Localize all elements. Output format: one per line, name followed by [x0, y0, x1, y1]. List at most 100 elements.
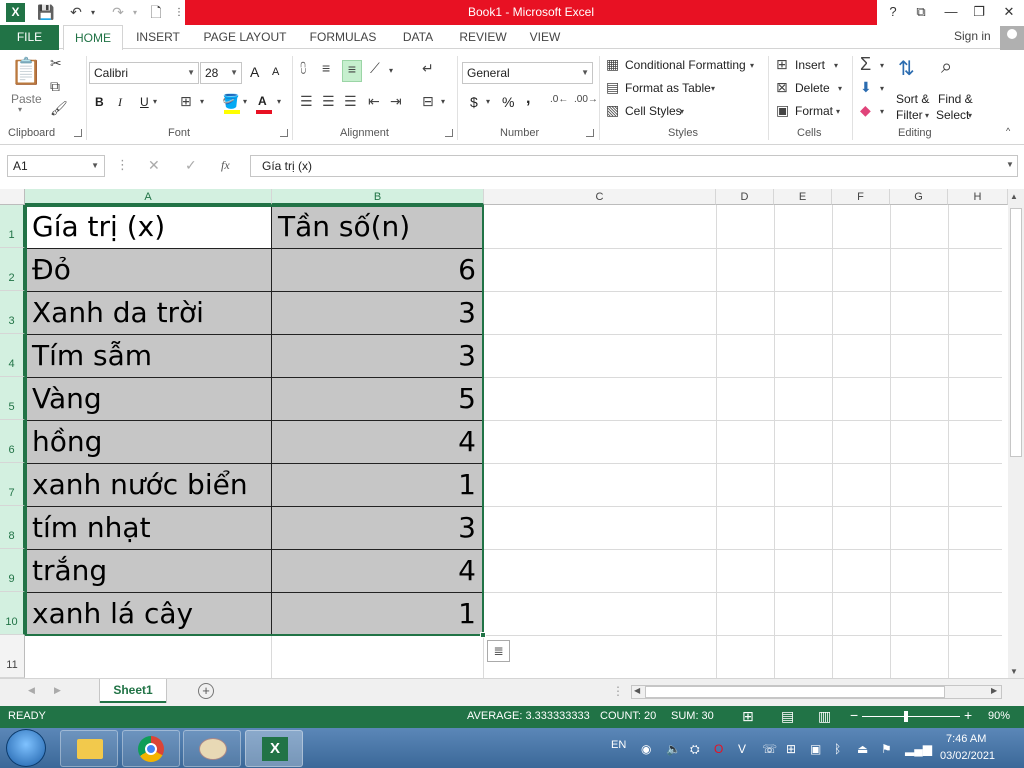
- zoom-level[interactable]: 90%: [988, 710, 1010, 722]
- scroll-right-icon[interactable]: ▶: [991, 686, 997, 695]
- insert-function-button[interactable]: fx: [221, 158, 230, 173]
- insert-cells-icon[interactable]: ⊞: [776, 56, 788, 73]
- close-button[interactable]: ✕: [996, 2, 1022, 22]
- paint-taskbar-icon[interactable]: [183, 730, 241, 767]
- cell-a2[interactable]: Đỏ: [26, 249, 272, 292]
- font-color-dropdown-icon[interactable]: ▾: [277, 97, 281, 106]
- scroll-down-icon[interactable]: ▼: [1010, 667, 1018, 676]
- cell-styles-icon[interactable]: ▧: [606, 102, 619, 119]
- cell-b8[interactable]: 3: [272, 507, 483, 550]
- avatar[interactable]: [1000, 26, 1024, 50]
- conditional-formatting-icon[interactable]: ▦: [606, 56, 619, 73]
- fill-color-icon[interactable]: 🪣: [222, 93, 239, 110]
- clear-icon[interactable]: ◆: [860, 102, 871, 119]
- row-header-9[interactable]: 9: [0, 549, 25, 592]
- chevron-down-icon[interactable]: ▾: [838, 84, 842, 93]
- name-box[interactable]: A1 ▼: [7, 155, 105, 177]
- borders-icon[interactable]: ⊞: [180, 93, 192, 110]
- cell-b7[interactable]: 1: [272, 464, 483, 507]
- wrap-text-icon[interactable]: ↵: [422, 60, 434, 77]
- borders-dropdown-icon[interactable]: ▾: [200, 97, 204, 106]
- fill-dropdown-icon[interactable]: ▾: [880, 84, 884, 93]
- decrease-indent-icon[interactable]: ⇤: [368, 93, 380, 110]
- language-indicator[interactable]: EN: [611, 739, 626, 751]
- enter-icon[interactable]: ✓: [185, 157, 197, 174]
- row-header-11[interactable]: 11: [0, 635, 25, 678]
- zoom-slider-track[interactable]: [862, 716, 960, 717]
- column-header-d[interactable]: D: [716, 189, 774, 205]
- format-cells-icon[interactable]: ▣: [776, 102, 789, 119]
- signal-tray-icon[interactable]: ▂▄▆: [905, 742, 932, 756]
- vertical-scroll-thumb[interactable]: [1010, 208, 1022, 457]
- excel-logo-icon[interactable]: X: [6, 3, 25, 22]
- antivirus-tray-icon[interactable]: V: [738, 742, 746, 756]
- tab-insert[interactable]: INSERT: [130, 25, 186, 50]
- new-document-icon[interactable]: 🗋: [146, 3, 166, 22]
- delete-cells-icon[interactable]: ⊠: [776, 79, 788, 96]
- shrink-font-button[interactable]: A: [272, 66, 279, 78]
- zoom-out-icon[interactable]: −: [850, 707, 858, 723]
- tab-home[interactable]: HOME: [63, 25, 123, 51]
- clock-time[interactable]: 7:46 AM: [946, 733, 986, 745]
- restore-button[interactable]: ❐: [966, 2, 992, 22]
- scroll-up-icon[interactable]: ▲: [1010, 192, 1018, 201]
- zoom-slider-thumb[interactable]: [904, 711, 908, 722]
- find-select-label[interactable]: Find &: [938, 92, 973, 106]
- row-header-3[interactable]: 3: [0, 291, 25, 334]
- column-header-c[interactable]: C: [484, 189, 716, 205]
- row-header-8[interactable]: 8: [0, 506, 25, 549]
- delete-cells-button[interactable]: Delete: [795, 81, 830, 95]
- italic-button[interactable]: I: [118, 95, 122, 110]
- column-header-a[interactable]: A: [25, 189, 272, 205]
- column-header-f[interactable]: F: [832, 189, 890, 205]
- tab-formulas[interactable]: FORMULAS: [305, 25, 381, 50]
- app-tray-icon[interactable]: ⛭: [690, 742, 700, 757]
- cell-a1[interactable]: Gía trị (x): [26, 206, 272, 249]
- find-select-label-2[interactable]: Select: [936, 108, 969, 122]
- sheet-splitter-icon[interactable]: ⋮: [612, 684, 624, 698]
- sort-filter-label-2[interactable]: Filter: [896, 108, 923, 122]
- number-launcher-icon[interactable]: [586, 129, 594, 137]
- cell-a5[interactable]: Vàng: [26, 378, 272, 421]
- tab-data[interactable]: DATA: [395, 25, 441, 50]
- opera-tray-icon[interactable]: O: [714, 742, 723, 756]
- start-button[interactable]: [6, 729, 46, 767]
- minimize-button[interactable]: —: [938, 2, 964, 22]
- conditional-formatting-button[interactable]: Conditional Formatting: [625, 58, 746, 72]
- alignment-launcher-icon[interactable]: [445, 129, 453, 137]
- align-bottom-icon[interactable]: ≡: [342, 60, 362, 82]
- column-header-h[interactable]: H: [948, 189, 1008, 205]
- currency-button[interactable]: $: [470, 94, 478, 110]
- merge-center-icon[interactable]: ⊟: [422, 93, 434, 110]
- row-header-1[interactable]: 1: [0, 205, 25, 248]
- help-button[interactable]: ?: [880, 2, 906, 22]
- chevron-down-icon[interactable]: ▾: [968, 111, 972, 120]
- cell-b4[interactable]: 3: [272, 335, 483, 378]
- flag-tray-icon[interactable]: ⚑: [881, 742, 892, 756]
- scroll-left-icon[interactable]: ◀: [634, 686, 640, 695]
- font-name-combo[interactable]: Calibri ▼: [89, 62, 199, 84]
- merge-dropdown-icon[interactable]: ▾: [441, 97, 445, 106]
- speaker-tray-icon[interactable]: 🔈: [666, 742, 681, 756]
- tab-page-layout[interactable]: PAGE LAYOUT: [199, 25, 291, 50]
- row-header-5[interactable]: 5: [0, 377, 25, 420]
- bold-button[interactable]: B: [95, 95, 104, 109]
- column-header-g[interactable]: G: [890, 189, 948, 205]
- cell-a4[interactable]: Tím sẫm: [26, 335, 272, 378]
- chrome-taskbar-icon[interactable]: [122, 730, 180, 767]
- zoom-in-icon[interactable]: +: [964, 707, 972, 723]
- page-break-view-icon[interactable]: ▥: [818, 708, 831, 725]
- cell-styles-button[interactable]: Cell Styles: [625, 104, 682, 118]
- column-header-e[interactable]: E: [774, 189, 832, 205]
- cell-b5[interactable]: 5: [272, 378, 483, 421]
- sort-filter-icon[interactable]: ⇅: [898, 56, 915, 81]
- binoculars-icon[interactable]: ⌕: [941, 56, 952, 79]
- format-as-table-button[interactable]: Format as Table: [625, 81, 711, 95]
- fill-icon[interactable]: ⬇: [860, 79, 872, 96]
- cell-b6[interactable]: 4: [272, 421, 483, 464]
- decrease-decimal-icon[interactable]: .00→: [574, 94, 598, 105]
- excel-taskbar-icon[interactable]: X: [245, 730, 303, 767]
- orientation-dropdown-icon[interactable]: ▾: [389, 66, 393, 75]
- increase-decimal-icon[interactable]: .0←: [550, 94, 568, 105]
- cell-b10[interactable]: 1: [272, 593, 483, 635]
